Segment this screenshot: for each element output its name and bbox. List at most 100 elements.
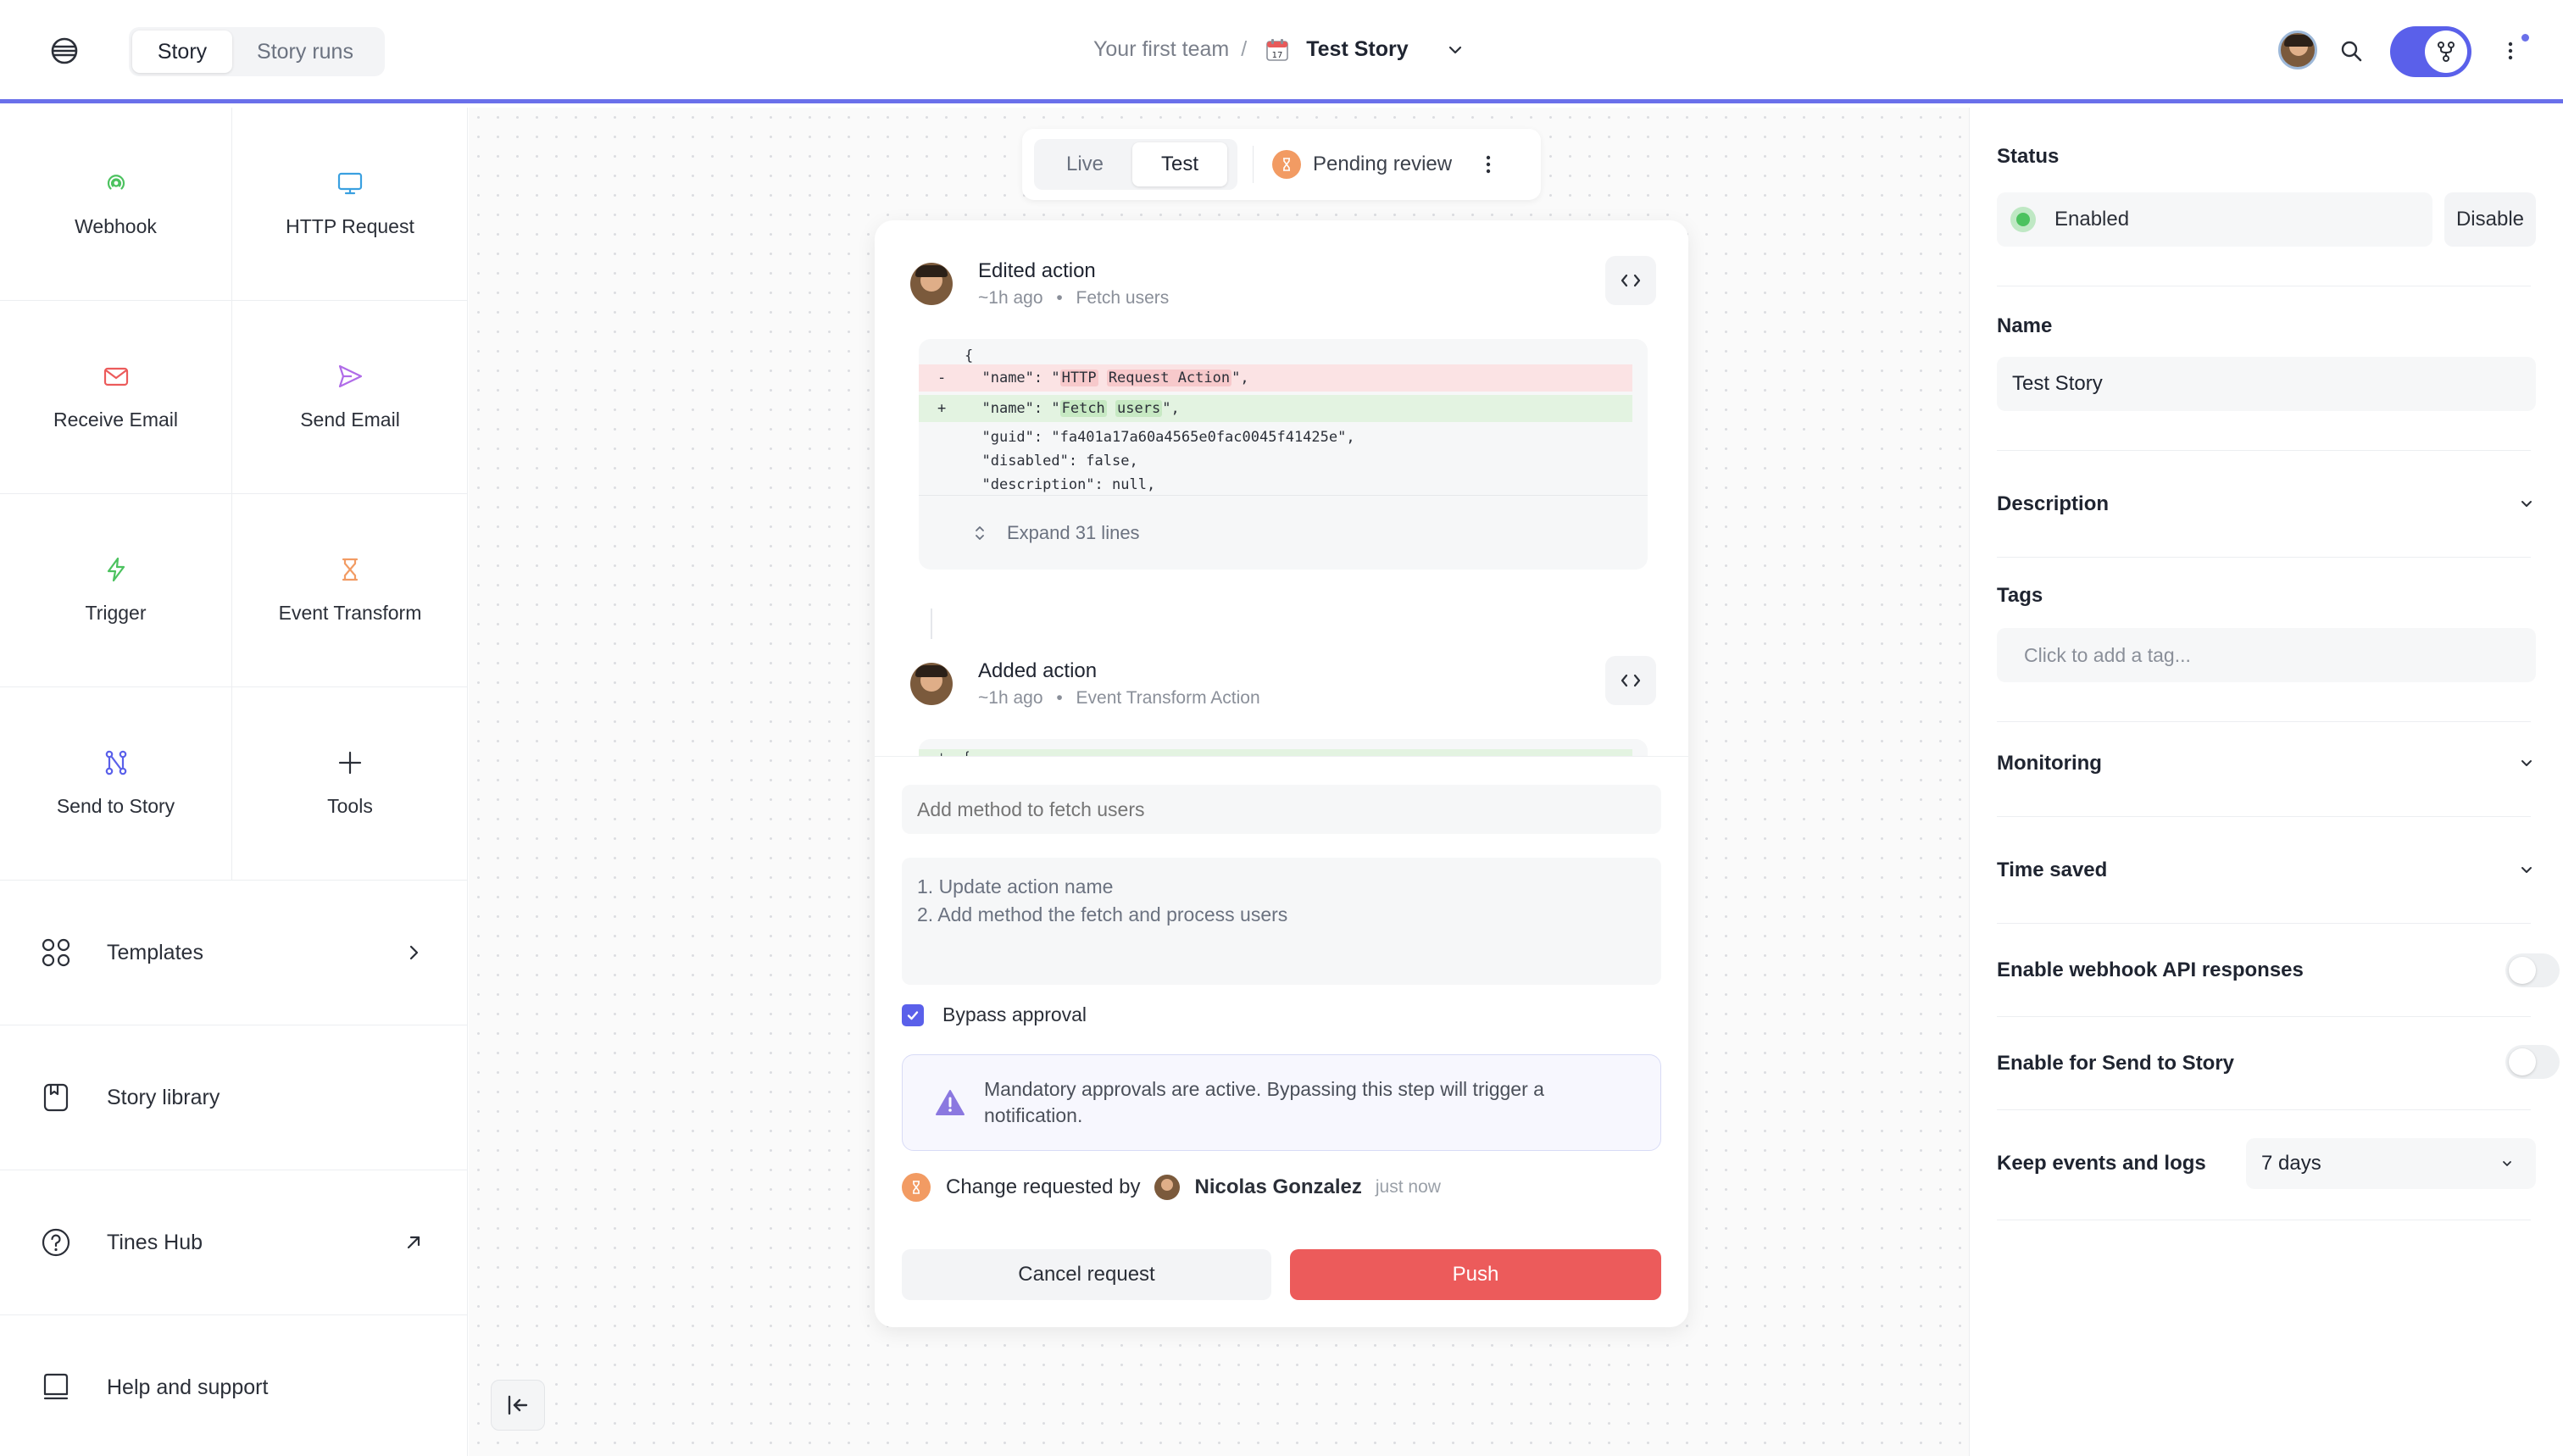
bypass-approval-row: Bypass approval [902, 1003, 1087, 1026]
notification-dot [2521, 34, 2529, 42]
change-request-info: Change requested by Nicolas Gonzalez jus… [902, 1173, 1441, 1202]
tool-webhook[interactable]: Webhook [0, 108, 232, 301]
keep-events-select[interactable]: 7 days [2246, 1138, 2536, 1189]
timeline-connector [931, 609, 932, 639]
sidebar-item-templates[interactable]: Templates [0, 881, 467, 1025]
tool-label: Send Email [300, 408, 400, 431]
tool-trigger[interactable]: Trigger [0, 494, 232, 687]
code-icon [1621, 274, 1641, 287]
chat-icon [43, 1373, 69, 1400]
mail-icon [103, 367, 128, 386]
monitor-icon [337, 172, 363, 195]
commit-message-input[interactable] [902, 785, 1661, 834]
more-vertical-icon[interactable] [1484, 153, 1493, 175]
commit-description-input[interactable]: 1. Update action name 2. Add method the … [902, 858, 1661, 985]
name-label: Name [1997, 314, 2053, 337]
search-icon[interactable] [2339, 39, 2363, 63]
description-label[interactable]: Description [1997, 492, 2109, 516]
tool-send-to-story[interactable]: Send to Story [0, 687, 232, 881]
diff-text: ", [1162, 400, 1180, 417]
change-meta: ~1h ago • Fetch users [978, 288, 1169, 308]
diff-highlight: Fetch [1059, 400, 1107, 417]
tool-send-email[interactable]: Send Email [232, 301, 468, 494]
send-to-story-toggle[interactable] [2505, 1045, 2560, 1079]
pending-review-status[interactable]: Pending review [1272, 150, 1452, 179]
diff-highlight: Request Action [1106, 370, 1232, 386]
diff-text: "guid": "fa401a17a60a4565e0fac0045f41425… [981, 429, 1355, 446]
webhook-icon [107, 175, 125, 190]
tool-label: Event Transform [278, 602, 422, 624]
push-form [875, 756, 1688, 1327]
calendar-icon: 17 [1266, 38, 1289, 61]
tab-live[interactable]: Live [1037, 142, 1132, 186]
hourglass-icon [1272, 150, 1301, 179]
sidebar-item-story-library[interactable]: Story library [0, 1025, 467, 1170]
svg-text:17: 17 [1272, 51, 1283, 60]
tab-story-runs[interactable]: Story runs [232, 31, 378, 73]
sidebar-item-label: Templates [107, 940, 203, 964]
status-value: Enabled [2054, 208, 2130, 231]
story-name-input[interactable]: Test Story [1997, 357, 2536, 411]
plus-icon [338, 751, 362, 775]
approval-warning: Mandatory approvals are active. Bypassin… [902, 1054, 1661, 1151]
view-code-button[interactable] [1605, 256, 1656, 305]
tool-label: Tools [327, 795, 373, 817]
diff-text: ", [1231, 370, 1249, 386]
divider [1997, 1109, 2531, 1110]
divider [1997, 923, 2531, 924]
more-vertical-icon[interactable] [2504, 39, 2517, 63]
hourglass-icon [342, 558, 359, 581]
diff-view: { - "name": " HTTP Request Action ", + "na… [919, 339, 1648, 570]
divider [1997, 816, 2531, 817]
chevron-down-icon[interactable] [1446, 41, 1465, 59]
divider [1997, 450, 2531, 451]
webhook-api-toggle[interactable] [2505, 953, 2560, 987]
bypass-approval-checkbox[interactable] [902, 1003, 924, 1026]
change-title: Edited action [978, 259, 1096, 282]
keep-events-label: Keep events and logs [1997, 1152, 2206, 1175]
tab-story[interactable]: Story [132, 31, 232, 73]
draft-mode-toggle[interactable] [2390, 26, 2471, 77]
change-time: ~1h ago [978, 288, 1043, 308]
tool-http-request[interactable]: HTTP Request [232, 108, 468, 301]
user-avatar[interactable] [2278, 31, 2317, 69]
chevron-down-icon[interactable] [2517, 494, 2536, 513]
sidebar-item-help-and-support[interactable]: Help and support [0, 1315, 467, 1456]
tab-test[interactable]: Test [1132, 142, 1227, 186]
check-icon [907, 1010, 919, 1020]
disable-button[interactable]: Disable [2444, 192, 2536, 247]
request-time: just now [1375, 1177, 1441, 1197]
hourglass-icon [902, 1173, 931, 1202]
sidebar-item-tines-hub[interactable]: Tines Hub [0, 1170, 467, 1315]
chevron-down-icon[interactable] [2517, 860, 2536, 879]
arrow-up-right-icon [407, 1236, 420, 1249]
top-bar: Story Story runs Your first team / 17 Te… [0, 0, 2563, 103]
tool-label: HTTP Request [286, 215, 414, 237]
keep-events-value: 7 days [2261, 1152, 2321, 1175]
tool-event-transform[interactable]: Event Transform [232, 494, 468, 687]
tags-input[interactable]: Click to add a tag... [1997, 628, 2536, 682]
view-code-button[interactable] [1605, 656, 1656, 705]
pending-review-label: Pending review [1313, 153, 1453, 175]
change-meta: ~1h ago • Event Transform Action [978, 688, 1260, 709]
time-saved-label[interactable]: Time saved [1997, 859, 2107, 882]
collapse-sidebar-button[interactable] [491, 1380, 545, 1431]
description-line: 1. Update action name [917, 875, 1114, 897]
tool-tools[interactable]: Tools [232, 687, 468, 881]
push-button[interactable]: Push [1290, 1249, 1661, 1300]
cancel-request-button[interactable]: Cancel request [902, 1249, 1271, 1300]
action-palette: Webhook HTTP Request Receive Email Send … [0, 108, 468, 881]
breadcrumb-story[interactable]: Test Story [1306, 37, 1408, 62]
chevron-down-icon[interactable] [2517, 753, 2536, 772]
story-tabs: Story Story runs [129, 27, 385, 76]
left-sidebar: Webhook HTTP Request Receive Email Send … [0, 108, 468, 1456]
tool-receive-email[interactable]: Receive Email [0, 301, 232, 494]
status-dot-icon [2010, 207, 2036, 232]
tines-logo-icon[interactable] [49, 36, 80, 66]
expand-lines-button[interactable]: Expand 31 lines [919, 495, 1648, 570]
monitoring-label[interactable]: Monitoring [1997, 752, 2102, 775]
breadcrumb-team[interactable]: Your first team [1093, 37, 1229, 62]
bypass-approval-label: Bypass approval [942, 1003, 1087, 1025]
diff-sign: + [937, 400, 947, 417]
diff-sign: - [937, 370, 947, 386]
